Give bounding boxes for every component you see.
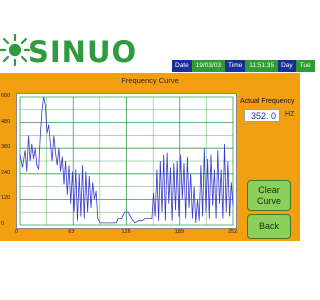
x-tick-label: 63 — [68, 229, 75, 235]
day-value: Tue — [295, 60, 315, 72]
x-tick-label: 126 — [121, 229, 131, 235]
clear-curve-button[interactable]: Clear Curve — [247, 180, 291, 211]
y-tick-label: 240 — [1, 169, 11, 176]
chart-canvas — [19, 96, 234, 226]
clear-curve-label: Clear Curve — [256, 184, 281, 206]
frequency-chart — [16, 93, 237, 229]
actual-frequency-unit: HZ — [285, 111, 295, 118]
frequency-curve-panel: Frequency Curve 600 480 360 240 120 0 0 63 126 1… — [0, 73, 300, 241]
actual-frequency-label: Actual Frequency — [240, 98, 295, 105]
day-label: Day — [278, 60, 296, 72]
time-value: 11:51:35 — [245, 60, 279, 72]
back-label: Back — [258, 221, 279, 231]
y-tick-label: 600 — [1, 93, 11, 99]
y-tick-label: 120 — [1, 195, 11, 202]
page-title: Frequency Curve — [121, 76, 179, 85]
y-tick-label: 360 — [1, 144, 11, 151]
back-button[interactable]: Back — [247, 214, 291, 239]
time-label: Time — [225, 60, 246, 72]
x-tick-label: 189 — [174, 229, 184, 235]
actual-frequency-value: 352. 0 — [244, 109, 280, 122]
y-tick-label: 480 — [1, 118, 11, 125]
date-label: Date — [172, 60, 192, 72]
brand-name: SINUO — [28, 35, 138, 69]
x-tick-label: 252 — [228, 229, 238, 235]
y-tick-label: 0 — [1, 221, 5, 227]
status-bar: Date 19/03/03 Time 11:51:35 Day Tue — [172, 60, 315, 72]
date-value: 19/03/03 — [191, 60, 226, 72]
x-tick-label: 0 — [15, 229, 19, 235]
